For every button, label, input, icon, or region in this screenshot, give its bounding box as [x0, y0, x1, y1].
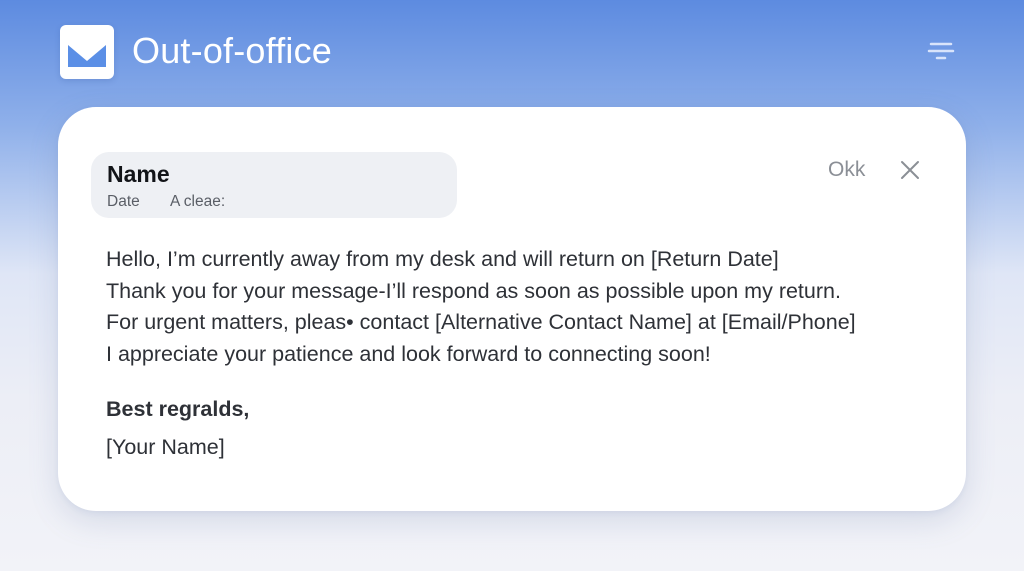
- ok-button[interactable]: Okk: [828, 156, 865, 184]
- menu-icon[interactable]: [926, 38, 956, 64]
- message-line: Hello, I’m currently away from my desk a…: [106, 247, 779, 271]
- app-title: Out-of-office: [132, 30, 333, 71]
- sender-info: Name Date A cleae:: [91, 152, 457, 218]
- message-line: For urgent matters, pleas• contact [Alte…: [106, 310, 856, 334]
- sender-name: Name: [107, 161, 170, 187]
- sender-note: A cleae:: [170, 193, 226, 210]
- close-icon[interactable]: [898, 158, 922, 182]
- message-line: I appreciate your patience and look forw…: [106, 341, 711, 366]
- auto-reply-card: Name Date A cleae: Okk Hello, I’m curren…: [58, 107, 966, 511]
- closing-line: Best regralds,: [106, 397, 250, 421]
- message-body: Hello, I’m currently away from my desk a…: [106, 244, 946, 370]
- app-header: Out-of-office: [0, 0, 1024, 100]
- mail-logo-icon[interactable]: [60, 25, 114, 79]
- message-line: Thank you for your message-I’ll respond …: [106, 278, 841, 303]
- sender-date-label: Date: [107, 193, 140, 210]
- signature-line: [Your Name]: [106, 435, 225, 459]
